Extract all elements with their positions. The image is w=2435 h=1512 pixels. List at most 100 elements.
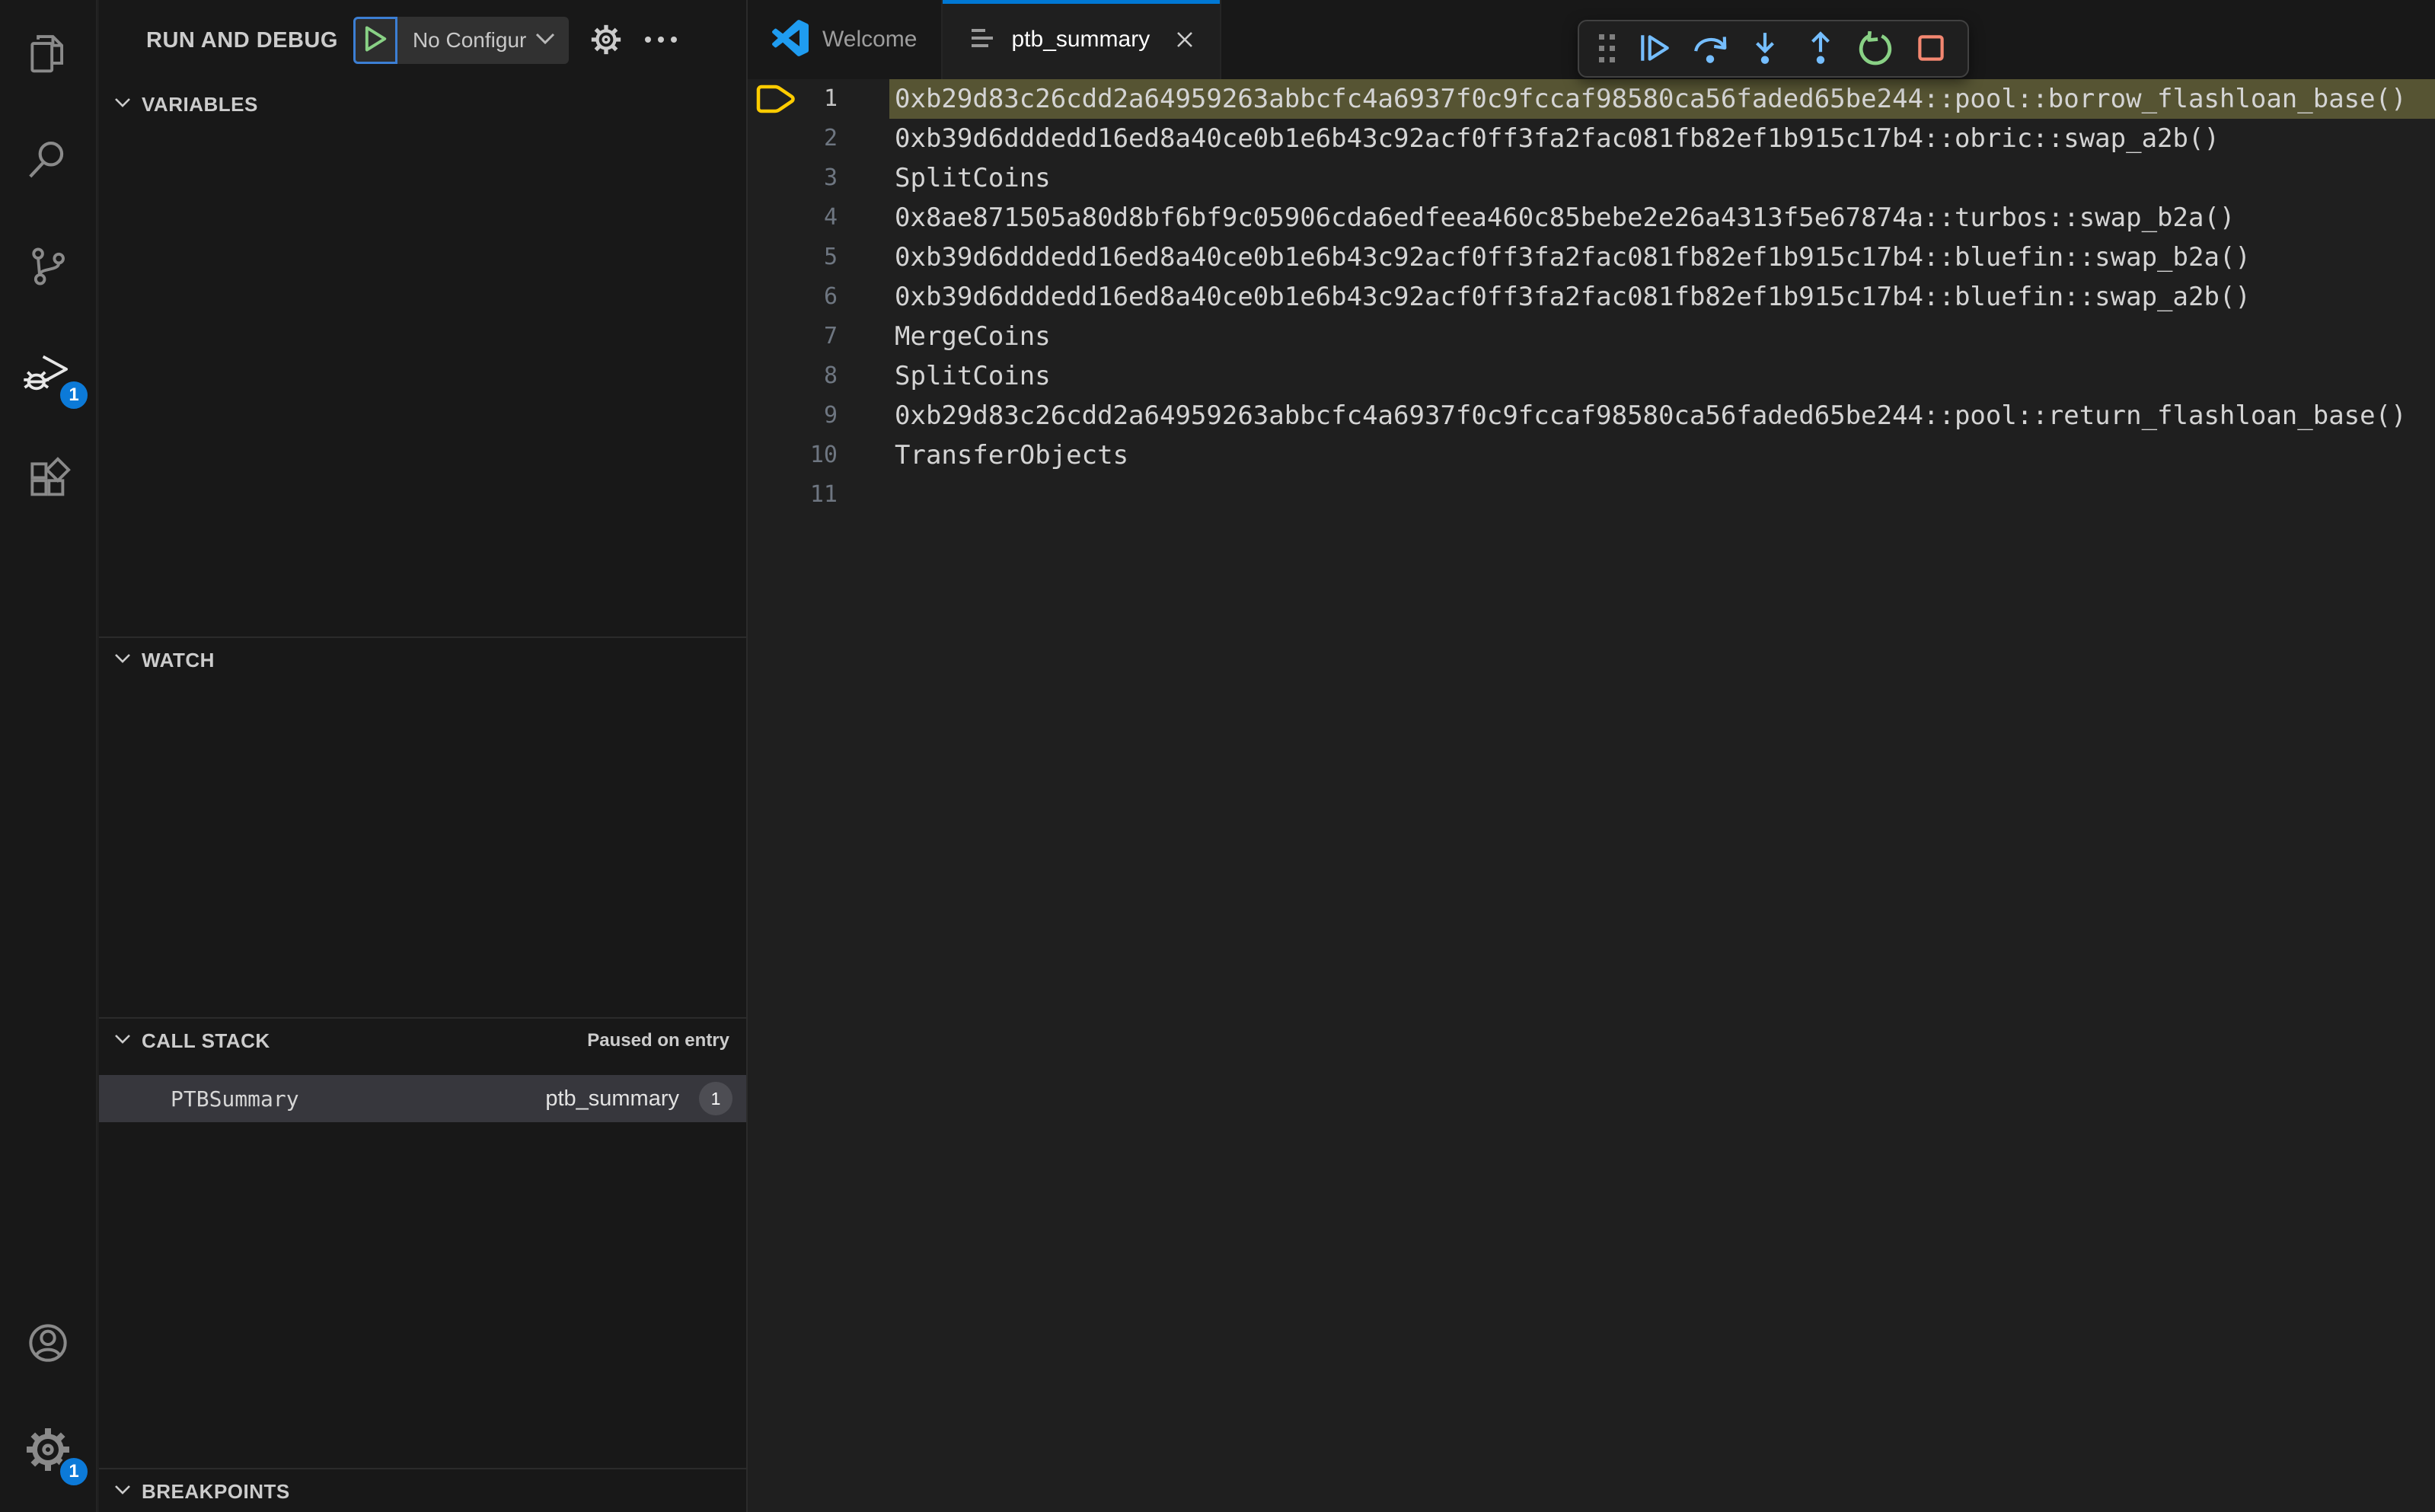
code-line-text[interactable]: 0xb39d6dddedd16ed8a40ce0b1e6b43c92acf0ff… [895,277,2251,317]
code-line-text[interactable]: 0xb29d83c26cdd2a64959263abbcfc4a6937f0c9… [895,396,2407,435]
line-number[interactable]: 3 [748,158,838,198]
tab-ptb-summary[interactable]: ptb_summary [943,0,1222,79]
breakpoints-section: BREAKPOINTS [99,1468,746,1512]
code-line[interactable]: 5 0xb39d6dddedd16ed8a40ce0b1e6b43c92acf0f… [748,238,2435,277]
restart-button[interactable] [1849,26,1902,72]
activity-item-extensions[interactable] [0,426,96,533]
code-line[interactable]: 6 0xb39d6dddedd16ed8a40ce0b1e6b43c92acf0f… [748,277,2435,317]
code-line-text[interactable]: TransferObjects [895,435,1128,475]
code-lines: 1 0xb29d83c26cdd2a64959263abbcfc4a6937f0c… [748,79,2435,1512]
code-line[interactable]: 4 0x8ae871505a80d8bf6bf9c05906cda6edfeea4… [748,198,2435,238]
code-line-text[interactable]: MergeCoins [895,317,1051,356]
step-over-icon [1692,30,1728,68]
chevron-down-icon [535,33,555,48]
stop-button[interactable] [1904,26,1957,72]
activity-item-settings[interactable]: 1 [0,1396,96,1503]
activity-item-search[interactable] [0,107,96,213]
code-line-text[interactable]: 0xb29d83c26cdd2a64959263abbcfc4a6937f0c9… [895,79,2407,119]
activity-bar: 1 1 [0,0,97,1512]
settings-count-badge: 1 [58,1456,90,1488]
watch-section-header[interactable]: WATCH [99,638,746,682]
watch-section: WATCH [99,636,746,1017]
code-line[interactable]: 9 0xb29d83c26cdd2a64959263abbcfc4a6937f0c… [748,396,2435,435]
line-number[interactable]: 9 [748,396,838,435]
breakpoints-section-label: BREAKPOINTS [142,1479,290,1503]
line-number[interactable]: 8 [748,356,838,396]
config-dropdown-label: No Configur [412,28,527,52]
continue-button[interactable] [1629,26,1681,72]
source-control-icon [24,243,72,290]
frame-name: PTBSummary [171,1086,299,1112]
views-more-actions-button[interactable] [643,35,678,46]
start-debugging-button[interactable] [353,17,397,64]
code-line-text[interactable]: 0x8ae871505a80d8bf6bf9c05906cda6edfeea46… [895,198,2235,238]
sidebar-title: RUN AND DEBUG [146,27,338,53]
code-line[interactable]: 10 TransferObjects [748,435,2435,475]
line-number[interactable]: 10 [748,435,838,475]
variables-section: VARIABLES [99,82,746,636]
line-number[interactable]: 7 [748,317,838,356]
code-line-text[interactable]: 0xb39d6dddedd16ed8a40ce0b1e6b43c92acf0ff… [895,238,2251,277]
activity-item-source-control[interactable] [0,213,96,320]
breakpoints-section-header[interactable]: BREAKPOINTS [99,1469,746,1512]
debug-toolbar [1578,20,1969,78]
step-out-icon [1803,30,1838,68]
tab-label: Welcome [822,27,918,52]
debug-count-badge: 1 [58,379,90,411]
watch-section-label: WATCH [142,648,215,671]
config-picker: No Configur [353,17,570,64]
activity-item-accounts[interactable] [0,1290,96,1396]
call-stack-section-label: CALL STACK [142,1029,270,1052]
account-icon [24,1319,72,1367]
line-number[interactable]: 1 [748,79,838,119]
frame-count-badge: 1 [699,1082,732,1115]
editor-area: Welcome ptb_summary 1 0xb29d83c26cdd2a64… [748,0,2435,1512]
code-line[interactable]: 8 SplitCoins [748,356,2435,396]
tab-welcome[interactable]: Welcome [748,0,943,79]
activity-bar-bottom: 1 [0,1290,96,1512]
config-dropdown[interactable]: No Configur [397,17,570,64]
chevron-down-icon [114,1034,131,1048]
files-icon [24,30,72,77]
activity-item-run-and-debug[interactable]: 1 [0,320,96,426]
run-and-debug-sidebar: RUN AND DEBUG No Configur VARIABLES WATC… [99,0,748,1512]
line-number[interactable]: 5 [748,238,838,277]
line-number[interactable]: 6 [748,277,838,317]
step-out-button[interactable] [1794,26,1846,72]
code-line[interactable]: 3 SplitCoins [748,158,2435,198]
code-line-text[interactable]: 0xb39d6dddedd16ed8a40ce0b1e6b43c92acf0ff… [895,119,2220,158]
continue-icon [1637,30,1672,68]
line-number[interactable]: 11 [748,475,838,515]
activity-item-explorer[interactable] [0,0,96,107]
play-icon [362,24,388,57]
call-stack-section-header[interactable]: CALL STACK Paused on entry [99,1019,746,1063]
variables-section-label: VARIABLES [142,92,258,116]
chevron-down-icon [114,653,131,667]
restart-icon [1858,30,1893,68]
toolbar-drag-handle-icon[interactable] [1590,33,1626,65]
sidebar-header: RUN AND DEBUG No Configur [99,0,746,81]
code-line-text[interactable]: SplitCoins [895,158,1051,198]
step-into-button[interactable] [1739,26,1792,72]
code-line[interactable]: 7 MergeCoins [748,317,2435,356]
chevron-down-icon [114,97,131,111]
search-icon [24,136,72,183]
call-stack-frame-row[interactable]: PTBSummary ptb_summary 1 [99,1075,746,1122]
code-line[interactable]: 2 0xb39d6dddedd16ed8a40ce0b1e6b43c92acf0f… [748,119,2435,158]
gear-icon [589,22,624,59]
code-line-text[interactable]: SplitCoins [895,356,1051,396]
call-stack-section: CALL STACK Paused on entry PTBSummary pt… [99,1017,746,1468]
line-number[interactable]: 4 [748,198,838,238]
close-icon[interactable] [1174,29,1195,50]
code-line[interactable]: 11 [748,475,2435,515]
ellipsis-icon [643,35,678,46]
debug-gear-button[interactable] [589,22,624,59]
code-line[interactable]: 1 0xb29d83c26cdd2a64959263abbcfc4a6937f0c… [748,79,2435,119]
step-over-button[interactable] [1683,26,1736,72]
vscode-window: 1 1 RUN AND DEBUG No Configur VARIABLES … [0,0,2435,1512]
pause-reason-status: Paused on entry [587,1030,729,1051]
line-number[interactable]: 2 [748,119,838,158]
variables-section-header[interactable]: VARIABLES [99,82,746,126]
step-into-icon [1747,30,1782,68]
tab-label: ptb_summary [1011,27,1150,52]
